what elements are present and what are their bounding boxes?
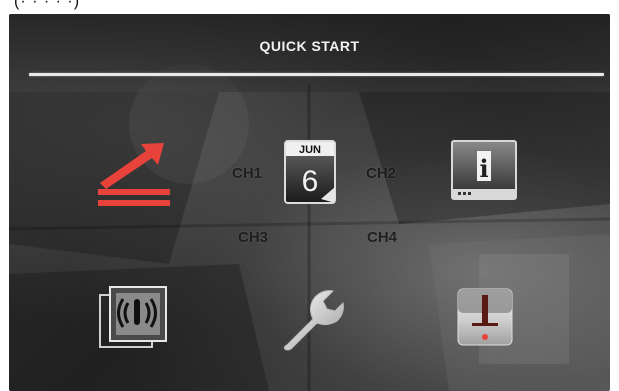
alarm-setup-button[interactable] — [444, 277, 524, 357]
alarm-icon — [457, 288, 513, 346]
calendar-month-text: JUN — [299, 144, 321, 156]
wrench-icon — [283, 290, 344, 351]
connection-setup-button[interactable] — [94, 131, 174, 211]
calendar-day-text: 6 — [302, 165, 319, 198]
channel-label-ch2: CH2 — [366, 165, 397, 182]
tools-setup-button[interactable] — [269, 277, 349, 357]
top-strip: (· · · · ·) — [0, 0, 619, 14]
title-divider — [29, 73, 604, 76]
channel-label-ch1: CH1 — [232, 165, 263, 182]
info-glyph: i — [479, 154, 488, 183]
system-info-button[interactable]: i — [444, 131, 524, 211]
date-time-setup-button[interactable]: JUN 6 — [269, 131, 349, 211]
channel-label-ch4: CH4 — [367, 229, 398, 246]
camera-signal-icon — [99, 286, 167, 348]
dialog-title: QUICK START — [259, 38, 360, 54]
channel-label-ch3: CH3 — [238, 229, 269, 246]
record-setup-button[interactable] — [94, 277, 174, 357]
info-monitor-icon: i — [451, 140, 517, 200]
arrows-swap-icon — [98, 143, 170, 206]
quick-start-screen: QUICK START CH1 CH2 CH3 CH4 JUN 6 i — [9, 14, 610, 391]
calendar-icon: JUN 6 — [284, 140, 336, 204]
cropped-header-text: (· · · · ·) — [14, 0, 81, 10]
